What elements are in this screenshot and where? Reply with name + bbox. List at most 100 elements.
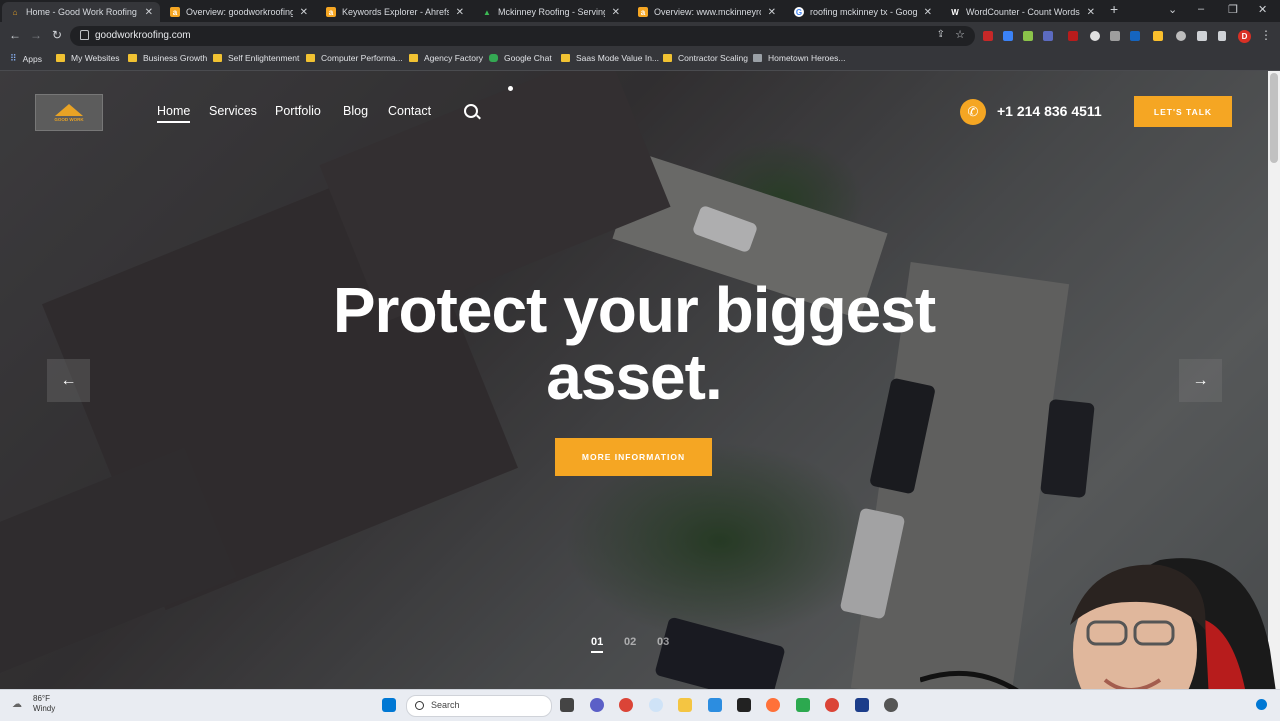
extension-icon[interactable]	[1023, 31, 1033, 41]
google-favicon-icon: G	[794, 7, 804, 17]
slide-indicator-1[interactable]: 01	[591, 636, 604, 653]
app-icon[interactable]	[708, 698, 722, 712]
weather-widget[interactable]: 86°F Windy	[33, 694, 55, 714]
app-icon[interactable]	[855, 698, 869, 712]
slide-indicator-2[interactable]: 02	[624, 636, 636, 648]
extension-icon[interactable]	[1130, 31, 1140, 41]
site-logo[interactable]: GOOD WORK	[35, 94, 103, 131]
tab-google-search[interactable]: G roofing mckinney tx - Google S ✕	[786, 2, 939, 22]
menu-dots-icon[interactable]: ⋮	[1260, 28, 1272, 42]
folder-icon	[409, 54, 418, 62]
bookmark-folder[interactable]: Computer Performa...	[306, 53, 403, 63]
nav-contact[interactable]: Contact	[388, 104, 431, 118]
nav-home[interactable]: Home	[157, 104, 191, 123]
slide-indicator-3[interactable]: 03	[657, 636, 669, 648]
tab-strip: ⌂ Home - Good Work Roofing ✕ a Overview:…	[0, 0, 1280, 22]
nav-services[interactable]: Services	[209, 104, 257, 118]
tab-mckinney-roofing[interactable]: ▲ Mckinney Roofing - Serving All ✕	[474, 2, 627, 22]
side-panel-icon[interactable]	[1218, 31, 1226, 41]
tab-overview-goodwork[interactable]: a Overview: goodworkroofing.com ✕	[162, 2, 315, 22]
lock-icon	[80, 30, 89, 40]
bookmark-hometown-heroes[interactable]: Hometown Heroes...	[753, 53, 845, 63]
chrome-icon[interactable]	[825, 698, 839, 712]
tab-home[interactable]: ⌂ Home - Good Work Roofing ✕	[2, 2, 160, 22]
close-icon[interactable]: ✕	[456, 7, 464, 18]
wordcounter-favicon-icon: W	[951, 7, 959, 17]
tab-wordcounter[interactable]: W WordCounter - Count Words & ✕	[942, 2, 1102, 22]
lets-talk-button[interactable]: LET'S TALK	[1134, 96, 1232, 127]
file-explorer-icon[interactable]	[678, 698, 692, 712]
bookmark-apps[interactable]: ⠿ Apps	[10, 53, 42, 64]
next-slide-arrow-icon[interactable]: →	[1179, 359, 1222, 402]
bookmark-google-chat[interactable]: Google Chat	[489, 53, 552, 63]
teams-icon[interactable]	[590, 698, 604, 712]
search-icon[interactable]	[464, 104, 478, 118]
bookmark-star-icon[interactable]: ☆	[955, 28, 965, 41]
hero-headline: Protect your biggest asset.	[332, 274, 936, 413]
extension-icon[interactable]	[1003, 31, 1013, 41]
more-information-button[interactable]: MORE INFORMATION	[555, 438, 712, 476]
app-icon[interactable]	[884, 698, 898, 712]
roofing-favicon-icon: ⌂	[12, 7, 18, 17]
roof-logo-icon	[55, 103, 83, 116]
bookmarks-bar: ⠿ Apps My Websites Business Growth Self E…	[0, 50, 1280, 71]
prev-slide-arrow-icon[interactable]: ←	[47, 359, 90, 402]
app-icon[interactable]	[649, 698, 663, 712]
share-icon[interactable]: ⇪	[937, 29, 945, 40]
ahrefs-favicon-icon: a	[170, 7, 180, 17]
minimize-icon[interactable]: –	[1198, 3, 1204, 15]
taskbar-search[interactable]: Search	[406, 695, 552, 717]
nav-portfolio[interactable]: Portfolio	[275, 104, 321, 118]
phone-number[interactable]: +1 214 836 4511	[997, 103, 1102, 119]
forward-icon[interactable]: →	[30, 28, 42, 42]
bookmark-folder[interactable]: Saas Mode Value In...	[561, 53, 659, 63]
tab-keywords-explorer[interactable]: a Keywords Explorer - Ahrefs ✕	[318, 2, 471, 22]
extension-icon[interactable]	[983, 31, 993, 41]
folder-icon	[663, 54, 672, 62]
close-icon[interactable]: ✕	[612, 7, 620, 18]
extension-icon[interactable]	[1043, 31, 1053, 41]
apps-grid-icon: ⠿	[10, 53, 17, 63]
close-icon[interactable]: ✕	[300, 7, 308, 18]
bookmark-folder[interactable]: Contractor Scaling	[663, 53, 748, 63]
extension-icon[interactable]	[1176, 31, 1186, 41]
phone-icon: ✆	[960, 99, 986, 125]
tab-overview-mckinney[interactable]: a Overview: www.mckinneyroofing ✕	[630, 2, 783, 22]
notification-icon[interactable]	[1256, 699, 1267, 710]
close-icon[interactable]: ✕	[768, 7, 776, 18]
extension-icon[interactable]	[1110, 31, 1120, 41]
firefox-icon[interactable]	[766, 698, 780, 712]
cursor-dot	[508, 86, 513, 91]
window-close-icon[interactable]: ✕	[1258, 3, 1267, 16]
address-bar[interactable]: goodworkroofing.com ⇪ ☆	[70, 26, 975, 46]
extension-icon[interactable]	[1090, 31, 1100, 41]
task-view-icon[interactable]	[560, 698, 574, 712]
reload-icon[interactable]: ↻	[52, 28, 62, 42]
windows-start-icon[interactable]	[382, 698, 396, 712]
close-icon[interactable]: ✕	[1087, 7, 1095, 18]
roofing-favicon-icon: ▲	[483, 7, 491, 17]
close-icon[interactable]: ✕	[145, 7, 153, 18]
bookmark-folder[interactable]: Self Enlightenment	[213, 53, 299, 63]
taskbar: ☁ 86°F Windy Search	[0, 689, 1280, 721]
tab-search-icon[interactable]: ⌄	[1168, 3, 1177, 16]
close-icon[interactable]: ✕	[924, 7, 932, 18]
google-chat-icon	[489, 54, 498, 62]
extension-icon[interactable]	[1153, 31, 1163, 41]
bookmark-folder[interactable]: Agency Factory	[409, 53, 483, 63]
back-icon[interactable]: ←	[9, 28, 21, 42]
extensions-puzzle-icon[interactable]	[1197, 31, 1207, 41]
new-tab-icon[interactable]: +	[1110, 1, 1118, 17]
live-app-icon[interactable]	[737, 698, 751, 712]
ahrefs-favicon-icon: a	[638, 7, 648, 17]
scrollbar-thumb[interactable]	[1270, 73, 1278, 163]
extension-icon[interactable]	[1068, 31, 1078, 41]
profile-avatar[interactable]: D	[1238, 30, 1251, 43]
bookmark-folder[interactable]: Business Growth	[128, 53, 207, 63]
chat-app-icon[interactable]	[796, 698, 810, 712]
nav-blog[interactable]: Blog	[343, 104, 368, 118]
chrome-icon[interactable]	[619, 698, 633, 712]
search-icon	[415, 701, 424, 710]
restore-icon[interactable]: ❐	[1228, 3, 1238, 16]
bookmark-folder[interactable]: My Websites	[56, 53, 120, 63]
